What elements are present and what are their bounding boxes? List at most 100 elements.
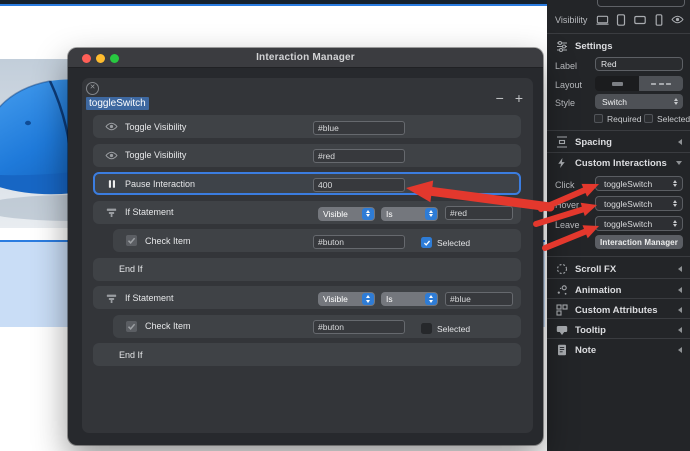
custom-attributes-section-header[interactable]: Custom Attributes [555,303,682,317]
phone-icon[interactable] [652,13,665,26]
target-input[interactable] [313,320,405,334]
action-label: Toggle Visibility [125,150,186,160]
tooltip-icon [555,324,568,337]
cropped-input-field[interactable] [597,0,685,7]
duration-input[interactable] [313,178,405,192]
action-row-indented[interactable]: Check Item Selected [113,315,521,338]
click-label: Click [555,180,575,190]
condition-value-input[interactable] [445,206,513,220]
label-input[interactable] [595,57,683,71]
click-interaction-select[interactable]: toggleSwitch [595,176,683,191]
action-row-indented[interactable]: Check Item Selected [113,229,521,252]
select-stepper-icon [673,200,677,208]
end-if-row[interactable]: End If [93,343,521,366]
spacing-icon [555,136,568,149]
action-row[interactable]: Toggle Visibility [93,144,521,167]
operator-select[interactable]: Is [381,207,438,221]
sliders-icon [555,40,568,53]
style-label: Style [555,98,575,108]
select-stepper-icon [425,293,437,305]
settings-section-header[interactable]: Settings [555,39,682,53]
interaction-manager-button[interactable]: Interaction Manager [595,235,683,249]
selected-checkbox-checked[interactable] [421,237,432,248]
required-checkbox[interactable] [594,114,603,123]
note-icon [555,344,568,357]
selected-label: Selected [657,114,690,124]
scroll-fx-section-header[interactable]: Scroll FX [555,262,682,276]
selected-checkbox[interactable] [644,114,653,123]
selected-checkbox-unchecked[interactable] [421,323,432,334]
tablet-icon[interactable] [615,13,628,26]
element-name-field[interactable]: toggleSwitch [86,97,149,110]
leave-interaction-select[interactable]: toggleSwitch [595,216,683,231]
expand-arrow-icon[interactable] [676,161,682,165]
add-action-button[interactable]: + [515,91,523,105]
select-stepper-icon [674,98,678,106]
animation-section-header[interactable]: Animation [555,283,682,297]
end-if-row[interactable]: End If [93,258,521,281]
action-label: Toggle Visibility [125,122,186,132]
action-row-focused[interactable]: Pause Interaction [93,172,521,195]
divider [547,33,690,34]
target-input[interactable] [313,235,405,249]
remove-action-button[interactable]: − [496,91,504,105]
action-label: If Statement [125,207,174,217]
tooltip-section-header[interactable]: Tooltip [555,323,682,337]
leave-label: Leave [555,220,580,230]
action-label: Pause Interaction [125,179,195,189]
target-input[interactable] [313,149,405,163]
collapse-arrow-icon[interactable] [678,307,682,313]
window-titlebar[interactable]: Interaction Manager [68,48,543,68]
collapse-arrow-icon[interactable] [678,347,682,353]
divider [547,256,690,257]
spacing-section-header[interactable]: Spacing [555,135,682,149]
condition-select[interactable]: Visible [318,292,375,306]
interaction-manager-window: Interaction Manager ✕ toggleSwitch − + T… [68,48,543,445]
select-stepper-icon [673,220,677,228]
collapse-arrow-icon[interactable] [678,139,682,145]
interaction-panel: ✕ toggleSwitch − + Toggle Visibility [82,78,533,433]
select-stepper-icon [362,293,374,305]
divider [547,152,690,153]
eye-icon[interactable] [671,13,684,26]
select-stepper-icon [362,208,374,220]
layout-stacked-option[interactable] [595,76,639,91]
eye-icon [104,122,119,131]
if-statement-icon [104,292,119,304]
select-stepper-icon [425,208,437,220]
action-label: Check Item [145,321,191,331]
custom-attributes-icon [555,304,568,317]
collapse-arrow-icon[interactable] [678,266,682,272]
layout-inline-option[interactable] [639,76,683,91]
stacked-layout-icon [612,82,623,86]
action-row[interactable]: If Statement Visible Is [93,201,521,224]
collapse-arrow-icon[interactable] [678,327,682,333]
collapse-arrow-icon[interactable] [678,287,682,293]
target-input[interactable] [313,121,405,135]
hover-interaction-select[interactable]: toggleSwitch [595,196,683,211]
condition-select[interactable]: Visible [318,207,375,221]
condition-value-input[interactable] [445,292,513,306]
desktop-icon[interactable] [596,13,609,26]
divider [547,298,690,299]
action-row[interactable]: Toggle Visibility [93,115,521,138]
checkbox-icon [124,235,139,246]
divider [547,338,690,339]
required-label: Required [607,114,642,124]
style-select[interactable]: Switch [595,94,683,109]
divider [547,318,690,319]
operator-select[interactable]: Is [381,292,438,306]
pause-icon [104,178,119,190]
close-icon[interactable]: ✕ [86,82,99,95]
tablet-landscape-icon[interactable] [634,13,647,26]
label-field-label: Label [555,61,577,71]
inspector-sidebar: Visibility Settings [547,0,690,451]
if-statement-icon [104,206,119,218]
note-section-header[interactable]: Note [555,343,682,357]
window-title: Interaction Manager [68,48,543,68]
animation-icon [555,284,568,297]
custom-interactions-section-header[interactable]: Custom Interactions [555,156,682,170]
layout-label: Layout [555,80,582,90]
lightning-icon [555,157,568,170]
action-row[interactable]: If Statement Visible Is [93,286,521,309]
